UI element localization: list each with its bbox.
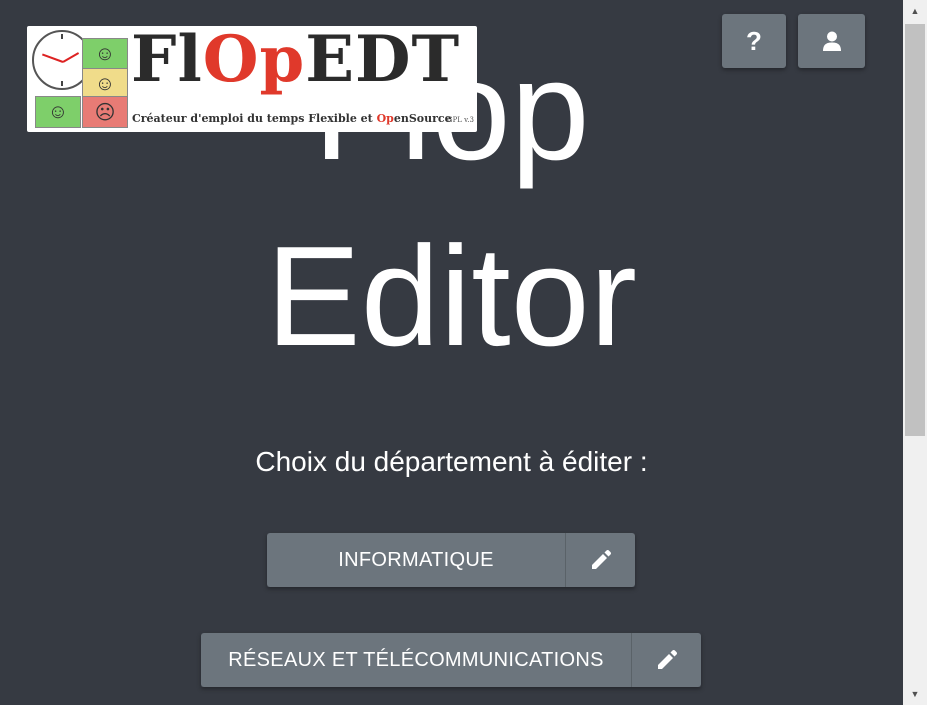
user-icon <box>822 31 841 51</box>
department-label: RÉSEAUX ET TÉLÉCOMMUNICATIONS <box>228 648 604 671</box>
help-button[interactable]: ? <box>722 14 786 68</box>
department-row-informatique: INFORMATIQUE <box>267 533 635 587</box>
department-button-informatique[interactable]: INFORMATIQUE <box>267 533 565 587</box>
page-viewport: Flop Editor ☺ ☺ ☺ ☹ FlOpEDT Créateur d'e… <box>0 0 903 705</box>
happy-face-icon: ☺ <box>35 96 81 128</box>
happy-face-icon: ☺ <box>82 38 128 70</box>
page-title-line2: Editor <box>266 217 637 376</box>
sad-face-icon: ☹ <box>82 96 128 128</box>
logo-wordmark: FlOpEDT <box>131 26 461 97</box>
edit-department-button[interactable] <box>631 633 701 687</box>
logo-tagline: Créateur d'emploi du temps Flexible et O… <box>132 112 452 125</box>
pencil-icon <box>657 649 677 669</box>
pencil-icon <box>591 549 611 569</box>
edit-department-button[interactable] <box>565 533 635 587</box>
logo-license: GPL v.3 <box>447 116 474 124</box>
scrollbar-thumb[interactable] <box>905 24 925 436</box>
department-prompt: Choix du département à éditer : <box>255 446 648 477</box>
department-row-reseaux: RÉSEAUX ET TÉLÉCOMMUNICATIONS <box>201 633 701 687</box>
flopedt-logo[interactable]: ☺ ☺ ☺ ☹ FlOpEDT Créateur d'emploi du tem… <box>27 26 477 132</box>
department-button-reseaux[interactable]: RÉSEAUX ET TÉLÉCOMMUNICATIONS <box>201 633 631 687</box>
scroll-down-arrow-icon[interactable]: ▼ <box>903 683 927 705</box>
vertical-scrollbar[interactable]: ▲ ▼ <box>903 0 927 705</box>
scroll-up-arrow-icon[interactable]: ▲ <box>903 0 927 22</box>
question-icon: ? <box>746 25 762 56</box>
department-label: INFORMATIQUE <box>338 548 494 571</box>
user-button[interactable] <box>798 14 865 68</box>
